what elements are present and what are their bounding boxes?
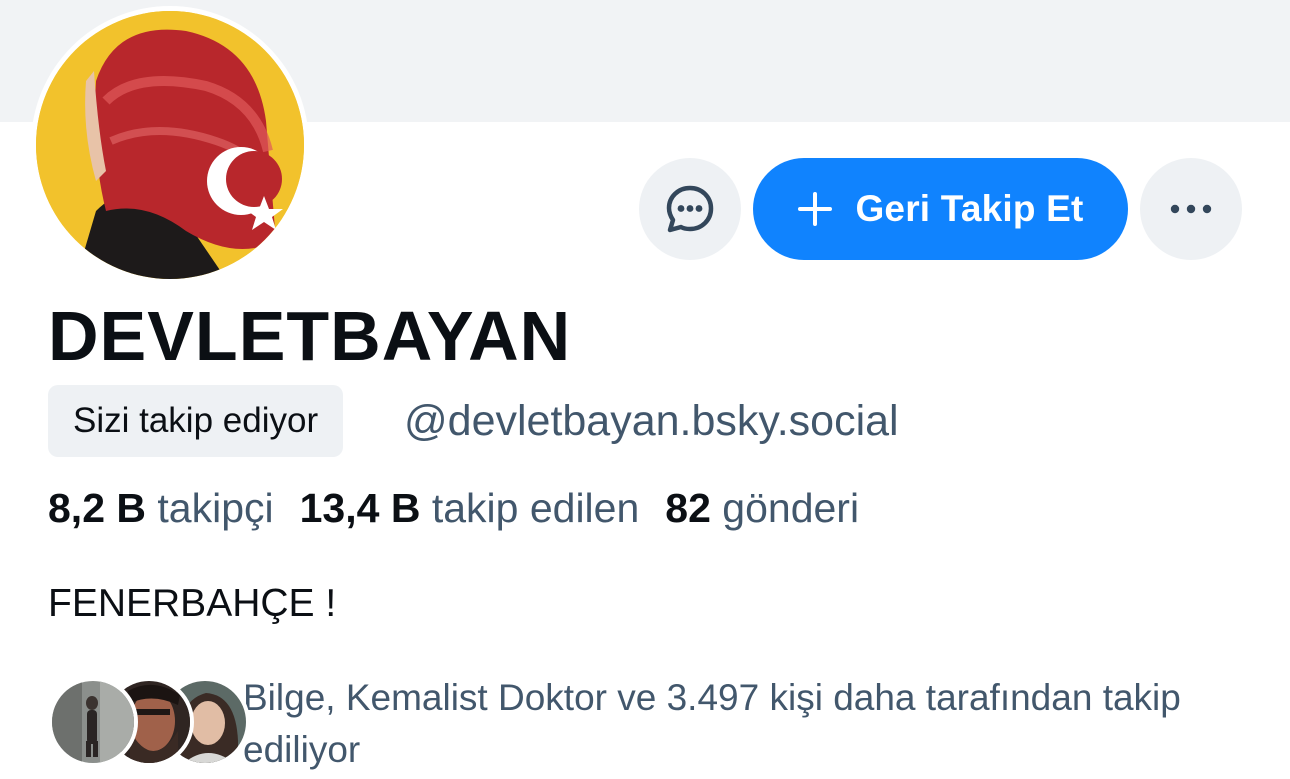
follows-you-label: Sizi takip ediyor [73,401,319,440]
ellipsis-icon [1170,204,1212,214]
avatar-picture [36,11,304,279]
followers-stat[interactable]: 8,2 B takipçi [48,485,274,531]
known-follower-avatar [48,677,138,767]
more-options-button[interactable] [1140,158,1242,260]
follow-back-label: Geri Takip Et [855,188,1084,229]
follows-you-badge: Sizi takip ediyor [48,385,344,457]
profile-handle: @devletbayan.bsky.social [404,397,899,445]
following-stat[interactable]: 13,4 B takip edilen [300,485,640,531]
follow-back-button[interactable]: Geri Takip Et [753,158,1128,260]
profile-avatar[interactable] [31,6,309,284]
plus-icon [798,192,833,226]
chat-bubble-icon [666,185,714,233]
following-count: 13,4 B [299,485,421,531]
posts-label: gönderi [722,485,860,531]
followers-count: 8,2 B [48,485,146,531]
avatar-image [36,11,304,279]
posts-stat: 82 gönderi [665,485,859,531]
known-followers-avatars[interactable] [48,677,250,767]
posts-count: 82 [665,485,711,531]
profile-bio: FENERBAHÇE ! [48,582,337,625]
message-button[interactable] [639,158,741,260]
known-followers-text[interactable]: Bilge, Kemalist Doktor ve 3.497 kişi dah… [243,672,1243,776]
profile-stats: 8,2 B takipçi 13,4 B takip edilen 82 gönde… [48,485,859,532]
display-name: DEVLETBAYAN [48,297,572,375]
followers-label: takipçi [157,485,274,531]
following-label: takip edilen [431,485,640,531]
